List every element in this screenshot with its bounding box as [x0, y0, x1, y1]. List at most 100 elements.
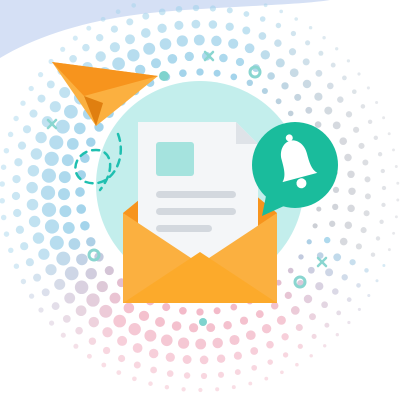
pattern-dot: [113, 314, 127, 328]
accent-dot: [199, 318, 207, 326]
pattern-dot: [282, 352, 289, 358]
pattern-dot: [26, 181, 38, 194]
pattern-dot: [246, 79, 253, 87]
accent-ring: [248, 65, 262, 79]
pattern-dot: [200, 372, 208, 380]
pattern-dot: [290, 306, 300, 315]
pattern-dot: [112, 57, 125, 71]
pattern-dot: [118, 354, 126, 363]
pattern-dot: [255, 310, 264, 319]
pattern-dot: [263, 3, 268, 8]
pattern-dot: [326, 82, 334, 90]
pattern-dot: [270, 301, 279, 310]
pattern-dot: [324, 106, 333, 115]
pattern-dot: [148, 381, 153, 386]
pattern-dot: [104, 266, 114, 276]
pattern-dot: [45, 264, 57, 276]
pattern-dot: [116, 370, 122, 375]
pattern-dot: [126, 18, 134, 26]
pattern-dot: [302, 58, 310, 66]
pattern-dot: [295, 323, 303, 332]
pattern-dot: [311, 333, 317, 339]
pattern-dot: [209, 5, 216, 12]
pattern-dot: [13, 115, 19, 122]
pattern-dot: [375, 279, 379, 283]
pattern-dot: [275, 58, 285, 68]
pattern-dot: [297, 343, 303, 349]
pattern-dot: [351, 89, 357, 95]
pattern-dot: [212, 337, 223, 349]
pattern-dot: [26, 198, 39, 211]
pattern-dot: [346, 297, 352, 302]
pattern-dot: [117, 335, 128, 346]
pattern-dot: [346, 59, 351, 63]
pattern-dot: [164, 384, 170, 390]
pattern-dot: [165, 352, 175, 362]
pattern-dot: [102, 327, 113, 338]
pattern-dot: [72, 35, 78, 41]
pattern-dot: [387, 132, 391, 136]
pattern-dot: [358, 142, 365, 149]
pattern-dot: [30, 148, 43, 160]
pattern-dot: [88, 316, 100, 328]
pattern-dot: [64, 104, 78, 119]
pattern-dot: [364, 193, 371, 200]
pattern-dot: [347, 170, 355, 179]
pattern-dot: [123, 302, 135, 314]
pattern-dot: [219, 53, 228, 63]
pattern-dot: [155, 317, 165, 327]
pattern-dot: [27, 164, 40, 177]
pattern-dot: [96, 281, 108, 293]
pattern-dot: [329, 220, 336, 227]
pattern-dot: [102, 346, 111, 355]
pattern-dot: [260, 50, 270, 60]
pattern-dot: [127, 49, 140, 62]
pattern-dot: [387, 248, 391, 252]
pattern-dot: [195, 338, 207, 350]
accent-dot: [159, 71, 169, 81]
pattern-dot: [217, 371, 225, 378]
pattern-dot: [267, 72, 275, 80]
pattern-dot: [307, 266, 315, 274]
pattern-dot: [46, 80, 55, 89]
pattern-dot: [96, 34, 104, 42]
pattern-dot: [259, 16, 266, 22]
pattern-dot: [20, 100, 26, 106]
pattern-dot: [177, 337, 190, 349]
pattern-dot: [382, 116, 386, 120]
pattern-dot: [295, 362, 299, 367]
pattern-dot: [321, 301, 328, 309]
pattern-dot: [223, 320, 232, 330]
pattern-dot: [59, 205, 72, 218]
pattern-dot: [183, 372, 191, 379]
pattern-dot: [336, 310, 342, 316]
pattern-dot: [364, 268, 369, 273]
pattern-dot: [64, 266, 79, 281]
pattern-dot: [73, 343, 79, 349]
pattern-dot: [142, 12, 150, 20]
pattern-dot: [337, 96, 344, 103]
pattern-dot: [82, 43, 90, 52]
pattern-dot: [233, 351, 242, 360]
pattern-dot: [182, 355, 192, 364]
pattern-dot: [377, 152, 383, 157]
pattern-dot: [349, 259, 356, 266]
pattern-dot: [360, 104, 366, 109]
pattern-dot: [316, 206, 322, 212]
pattern-dot: [68, 238, 81, 250]
envelope-icon: [123, 122, 277, 303]
pattern-dot: [344, 153, 352, 162]
pattern-dot: [347, 204, 355, 213]
pattern-dot: [86, 25, 92, 31]
pattern-dot: [150, 58, 162, 69]
pattern-dot: [357, 307, 361, 311]
pattern-dot: [12, 174, 21, 184]
pattern-dot: [55, 119, 70, 134]
pattern-dot: [392, 231, 396, 235]
pattern-dot: [251, 364, 258, 371]
pattern-dot: [132, 343, 143, 353]
pattern-dot: [360, 227, 367, 234]
pattern-dot: [196, 308, 204, 316]
pattern-dot: [150, 366, 158, 374]
pattern-dot: [348, 187, 356, 196]
